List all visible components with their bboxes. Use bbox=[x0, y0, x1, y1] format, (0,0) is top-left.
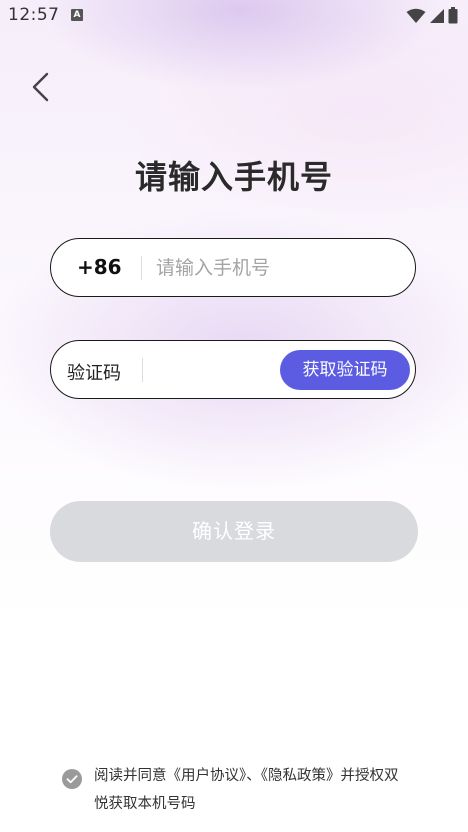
agreement-prefix: 阅读并同意 bbox=[94, 768, 167, 784]
check-circle-icon bbox=[66, 775, 78, 784]
phone-field: +86 bbox=[50, 238, 416, 297]
battery-icon bbox=[448, 7, 458, 24]
wifi-icon bbox=[406, 8, 426, 23]
back-button[interactable] bbox=[26, 70, 58, 104]
verification-code-label: 验证码 bbox=[67, 363, 121, 384]
agreement-checkbox[interactable] bbox=[62, 769, 82, 789]
privacy-policy-link[interactable]: 《隐私政策》 bbox=[261, 768, 341, 784]
status-time: 12:57 bbox=[8, 5, 60, 25]
country-code-selector[interactable]: +86 bbox=[77, 255, 122, 279]
signal-icon bbox=[430, 8, 444, 23]
agreement-separator: 、 bbox=[246, 768, 261, 784]
page-title: 请输入手机号 bbox=[134, 158, 333, 196]
status-bar: 12:57 A bbox=[0, 0, 468, 32]
field-divider bbox=[141, 256, 142, 280]
user-agreement-link[interactable]: 《用户协议》 bbox=[167, 768, 247, 784]
get-code-button[interactable]: 获取验证码 bbox=[280, 350, 410, 390]
verification-code-input[interactable] bbox=[156, 351, 276, 389]
chevron-left-icon bbox=[32, 72, 49, 102]
phone-input[interactable] bbox=[156, 249, 396, 287]
confirm-login-button[interactable]: 确认登录 bbox=[50, 501, 418, 562]
status-icons bbox=[406, 7, 458, 24]
agreement-text: 阅读并同意《用户协议》、《隐私政策》并授权双悦获取本机号码 bbox=[94, 762, 412, 818]
field-divider bbox=[142, 358, 143, 382]
verification-code-field: 验证码 获取验证码 bbox=[50, 340, 416, 399]
notification-icon: A bbox=[71, 9, 83, 21]
